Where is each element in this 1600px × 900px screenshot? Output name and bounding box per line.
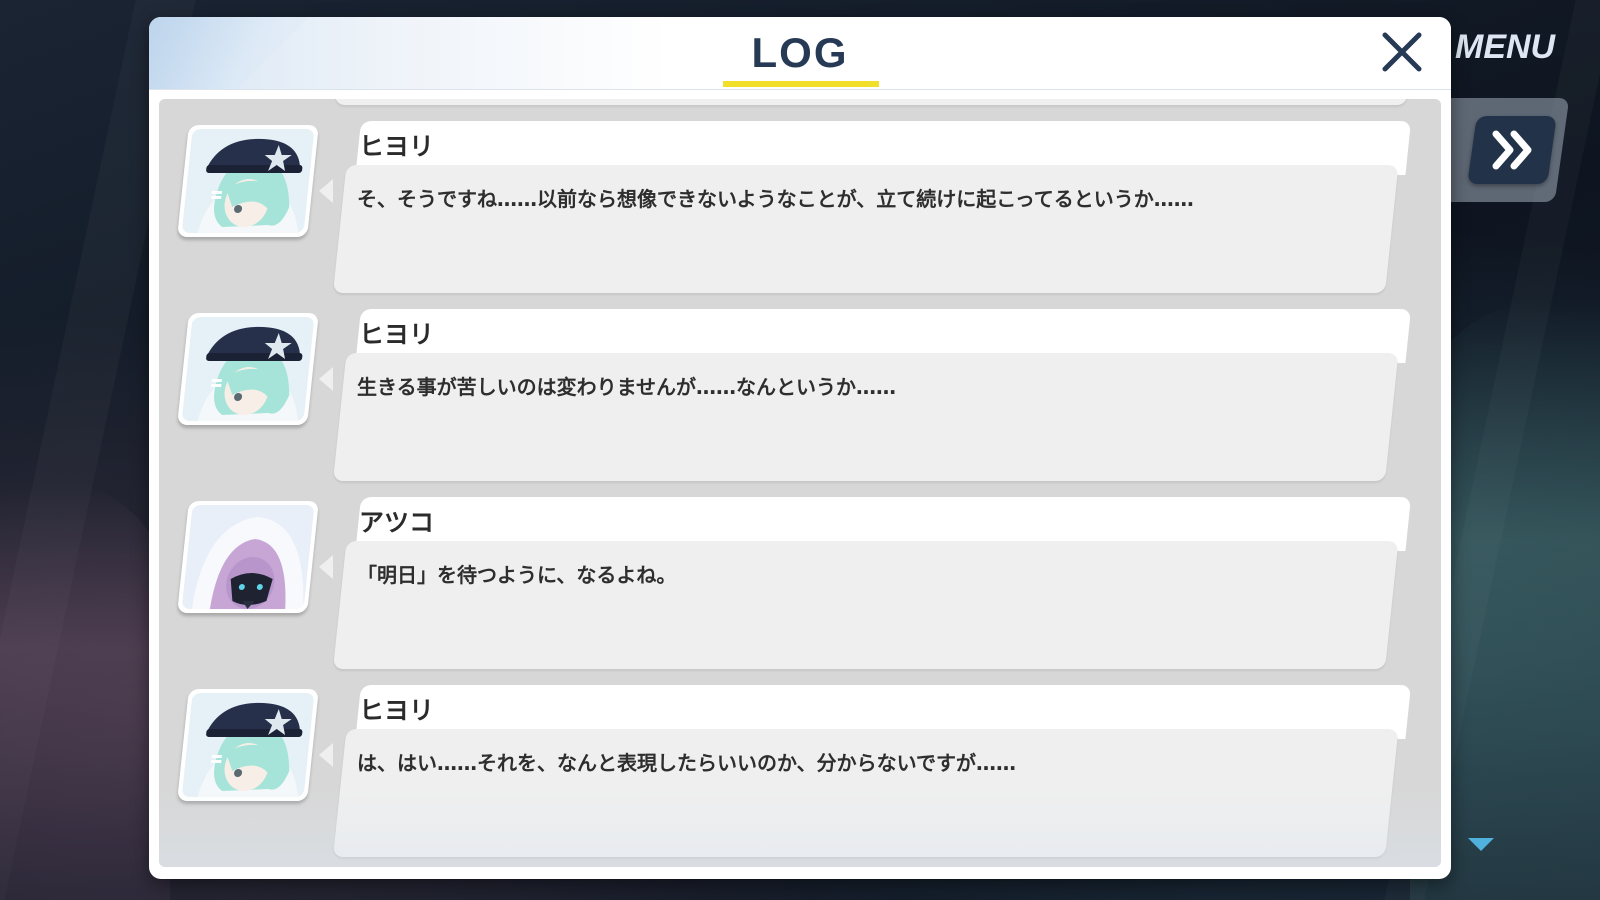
scroll-down-arrow-icon[interactable] bbox=[1468, 838, 1494, 851]
log-header: LOG bbox=[149, 17, 1451, 90]
title-underline bbox=[723, 81, 879, 87]
log-scroll-list[interactable]: ヒヨリ そ、そうですね……以前なら想像できないようなことが、立て続けに起こってる… bbox=[159, 99, 1441, 867]
dialogue-text: は、はい……それを、なんと表現したらいいのか、分からないですが…… bbox=[357, 751, 1016, 775]
menu-button[interactable]: MENU bbox=[1455, 28, 1555, 67]
double-chevron-right-icon bbox=[1492, 130, 1532, 170]
close-x-icon[interactable] bbox=[1379, 29, 1425, 75]
background-character-left bbox=[0, 480, 170, 900]
bubble-pointer bbox=[319, 179, 333, 203]
speaker-name: ヒヨリ bbox=[359, 132, 435, 161]
dialogue-text: 生きる事が苦しいのは変わりませんが……なんというか…… bbox=[357, 375, 896, 399]
bubble-pointer bbox=[319, 743, 333, 767]
log-entry: ヒヨリ は、はい……それを、なんと表現したらいいのか、分からないですが…… bbox=[159, 685, 1441, 863]
log-window: LOG ヒヨリ そ、そうですね……以前なら想像できないようなことが、立て続けに起… bbox=[149, 17, 1451, 879]
dialogue-text: そ、そうですね……以前なら想像できないようなことが、立て続けに起こってるというか… bbox=[357, 187, 1194, 211]
log-title: LOG bbox=[751, 29, 849, 76]
hiyori-portrait bbox=[177, 313, 319, 425]
game-screen: MENU LOG ヒヨリ そ、そうですね……以前なら想像できないようなことが、立… bbox=[0, 0, 1600, 900]
bubble-pointer bbox=[319, 555, 333, 579]
speaker-name: ヒヨリ bbox=[359, 320, 435, 349]
hiyori-portrait bbox=[177, 125, 319, 237]
atsuko-portrait bbox=[177, 501, 319, 613]
bubble-pointer bbox=[319, 367, 333, 391]
log-entry: ヒヨリ 生きる事が苦しいのは変わりませんが……なんというか…… bbox=[159, 309, 1441, 487]
dialogue-text: 「明日」を待つように、なるよね。 bbox=[357, 563, 677, 587]
hiyori-portrait bbox=[177, 689, 319, 801]
speaker-name: アツコ bbox=[359, 508, 435, 537]
previous-entry-edge bbox=[335, 99, 1407, 105]
log-entry: アツコ 「明日」を待つように、なるよね。 bbox=[159, 497, 1441, 675]
speaker-name: ヒヨリ bbox=[359, 696, 435, 725]
log-entry: ヒヨリ そ、そうですね……以前なら想像できないようなことが、立て続けに起こってる… bbox=[159, 121, 1441, 299]
